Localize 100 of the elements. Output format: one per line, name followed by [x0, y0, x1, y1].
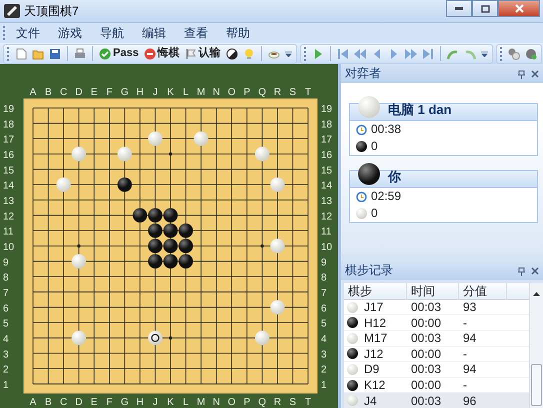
coordinate-label: 13	[3, 196, 14, 207]
move-row[interactable]: H12 00:00 -	[344, 315, 529, 331]
coordinate-label: 16	[3, 150, 14, 161]
captures-count: 0	[371, 205, 378, 222]
maximize-button[interactable]	[472, 0, 498, 17]
coordinate-label: 4	[3, 334, 9, 345]
score-cell-text: -	[462, 346, 468, 363]
player-name: 你	[388, 168, 401, 186]
coordinate-label: C	[60, 397, 68, 408]
coordinate-label: 12	[3, 211, 14, 222]
coordinate-label: 11	[321, 226, 332, 238]
coordinate-label: J	[152, 87, 158, 98]
menu-item[interactable]: 游戏	[49, 24, 91, 42]
move-row[interactable]: J17 00:03 93	[344, 300, 529, 316]
coordinate-label: S	[289, 397, 296, 408]
pin-icon	[518, 70, 525, 79]
coordinate-label: L	[183, 87, 189, 98]
time-cell-text: 00:03	[410, 299, 442, 316]
move-row[interactable]: D9 00:03 94	[344, 362, 529, 378]
panel-title: 棋步记录	[345, 262, 393, 280]
menu-item[interactable]: 文件	[7, 24, 49, 42]
rewind-icon	[354, 48, 366, 60]
coordinate-label: L	[183, 397, 189, 408]
check-icon	[99, 48, 111, 60]
coordinate-label: 10	[3, 242, 14, 253]
stone-icon	[524, 48, 537, 60]
fast-forward-icon	[404, 48, 417, 60]
move-cell-text: J12	[363, 346, 384, 363]
printer-icon	[74, 48, 86, 60]
pass-button[interactable]: Pass	[98, 44, 140, 62]
coordinate-label: T	[304, 87, 312, 98]
coordinate-label: O	[228, 397, 236, 408]
move-row[interactable]: J4 00:03 96	[344, 393, 529, 408]
move-row[interactable]: J12 00:00 -	[344, 346, 529, 362]
menu-item[interactable]: 帮助	[217, 24, 259, 42]
move-cell-text: J17	[363, 299, 384, 316]
menu-item[interactable]: 查看	[175, 24, 217, 42]
player-name: 电脑 1 dan	[388, 101, 452, 120]
score-cell-text: 94	[462, 361, 478, 378]
skip-back-icon	[336, 48, 349, 60]
move-cell-text: J4	[363, 392, 377, 408]
coordinate-label: 18	[321, 119, 332, 130]
caret-icon	[480, 50, 488, 56]
coordinate-label: 14	[321, 180, 332, 192]
scroll-thumb[interactable]	[531, 364, 542, 406]
column-header[interactable]: 棋步	[344, 282, 406, 300]
coordinate-label: J	[152, 397, 158, 408]
player-time: 00:38	[371, 121, 402, 138]
column-header[interactable]: 时间	[407, 282, 458, 300]
close-icon	[531, 70, 539, 78]
app-logo-icon	[3, 3, 21, 19]
coordinate-label: 15	[321, 165, 332, 176]
coordinate-label: 15	[3, 165, 14, 176]
alarm-clock-icon	[356, 190, 367, 202]
coordinate-label: T	[304, 397, 312, 408]
coordinate-label: N	[212, 397, 220, 408]
score-cell-text: 94	[462, 330, 478, 348]
coordinate-label: 2	[3, 364, 9, 376]
document-icon	[15, 48, 27, 60]
coordinate-label: S	[289, 87, 296, 98]
coordinate-label: 16	[321, 150, 332, 161]
coordinate-label: 18	[3, 119, 14, 130]
time-cell-text: 00:00	[410, 314, 442, 332]
folder-icon	[32, 48, 44, 60]
coordinate-label: F	[106, 397, 112, 408]
minimize-button[interactable]	[446, 0, 472, 17]
time-cell-text: 00:03	[410, 330, 442, 348]
move-row[interactable]: M17 00:03 94	[344, 330, 529, 347]
coordinate-label: A	[30, 397, 36, 408]
captured-stone-icon	[356, 140, 367, 152]
column-header[interactable]: 分值	[459, 282, 506, 300]
scrollbar[interactable]	[529, 282, 543, 408]
coordinate-label: 10	[321, 242, 332, 253]
coordinate-label: 1	[321, 380, 327, 391]
coordinate-label: P	[244, 87, 250, 98]
move-cell-text: D9	[363, 361, 380, 378]
coordinate-label: 8	[321, 272, 327, 284]
coordinate-label: H	[136, 397, 144, 408]
stones-icon	[508, 48, 520, 60]
window-title: 天顶围棋7	[24, 3, 79, 20]
move-cell-text: H12	[363, 314, 386, 332]
coordinate-label: E	[90, 397, 98, 408]
close-button[interactable]	[498, 0, 540, 17]
move-cell-text: K12	[363, 377, 386, 394]
flag-icon	[184, 48, 197, 60]
scroll-up-icon[interactable]	[533, 292, 540, 296]
coordinate-label: B	[44, 397, 52, 408]
menu-item[interactable]: 编辑	[133, 24, 175, 42]
coordinate-label: G	[120, 87, 129, 98]
coordinate-label: N	[212, 87, 220, 98]
undo-move-button[interactable]: 悔棋	[142, 44, 181, 62]
resign-button[interactable]: 认输	[184, 44, 222, 62]
coordinate-label: 11	[3, 226, 14, 238]
caret-icon	[284, 50, 292, 56]
skip-forward-icon	[422, 48, 434, 60]
coordinate-label: H	[136, 87, 144, 98]
menu-item[interactable]: 导航	[91, 24, 133, 42]
coordinate-label: 13	[321, 196, 332, 207]
close-icon	[514, 4, 524, 13]
time-cell-text: 00:00	[410, 377, 442, 394]
